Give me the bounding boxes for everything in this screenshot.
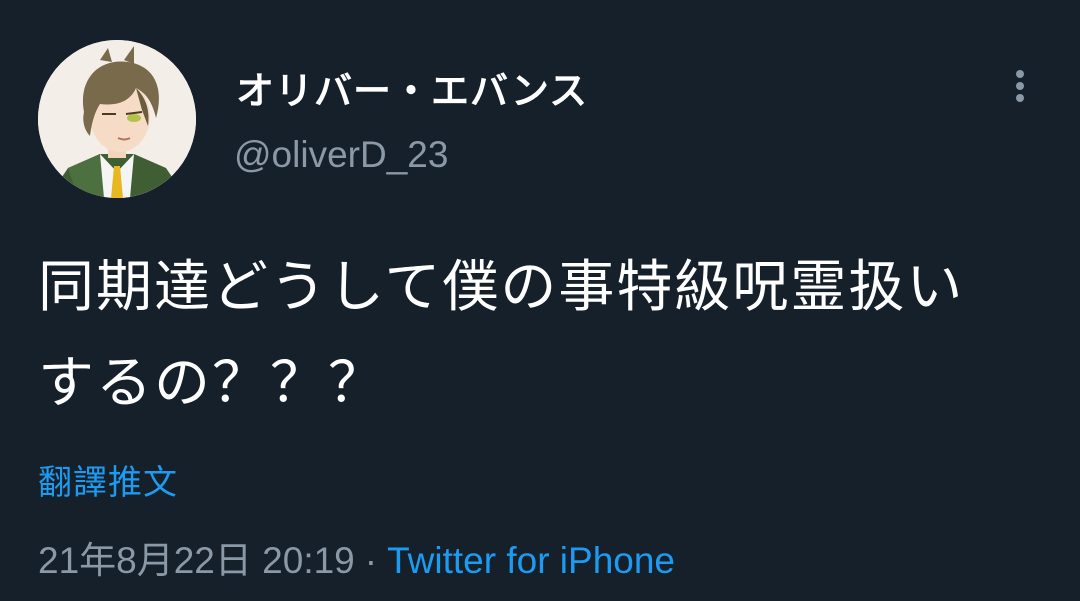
anime-character-avatar-icon [38,40,196,198]
tweet-timestamp[interactable]: 21年8月22日 20:19 [38,540,355,581]
more-vertical-icon [1016,70,1024,78]
more-options-button[interactable] [1000,64,1040,108]
more-vertical-icon [1016,94,1024,102]
tweet-metadata: 21年8月22日 20:19 · Twitter for iPhone [38,530,675,584]
tweet-text-line: するの？？？ [38,351,386,416]
author-display-name[interactable]: オリバー・エバンス [236,60,588,115]
tweet-detail: オリバー・エバンス @oliverD_23 同期達どうして僕の事特級呪霊扱い す… [0,0,1080,601]
avatar[interactable] [38,40,196,198]
metadata-separator: · [364,540,378,581]
tweet-source-link[interactable]: Twitter for iPhone [387,540,675,581]
tweet-text: 同期達どうして僕の事特級呪霊扱い するの？？？ [38,240,1048,432]
author-handle[interactable]: @oliverD_23 [234,134,448,176]
tweet-text-line: 同期達どうして僕の事特級呪霊扱い [38,255,965,320]
translate-tweet-link[interactable]: 翻譯推文 [38,455,178,504]
more-vertical-icon [1016,82,1024,90]
